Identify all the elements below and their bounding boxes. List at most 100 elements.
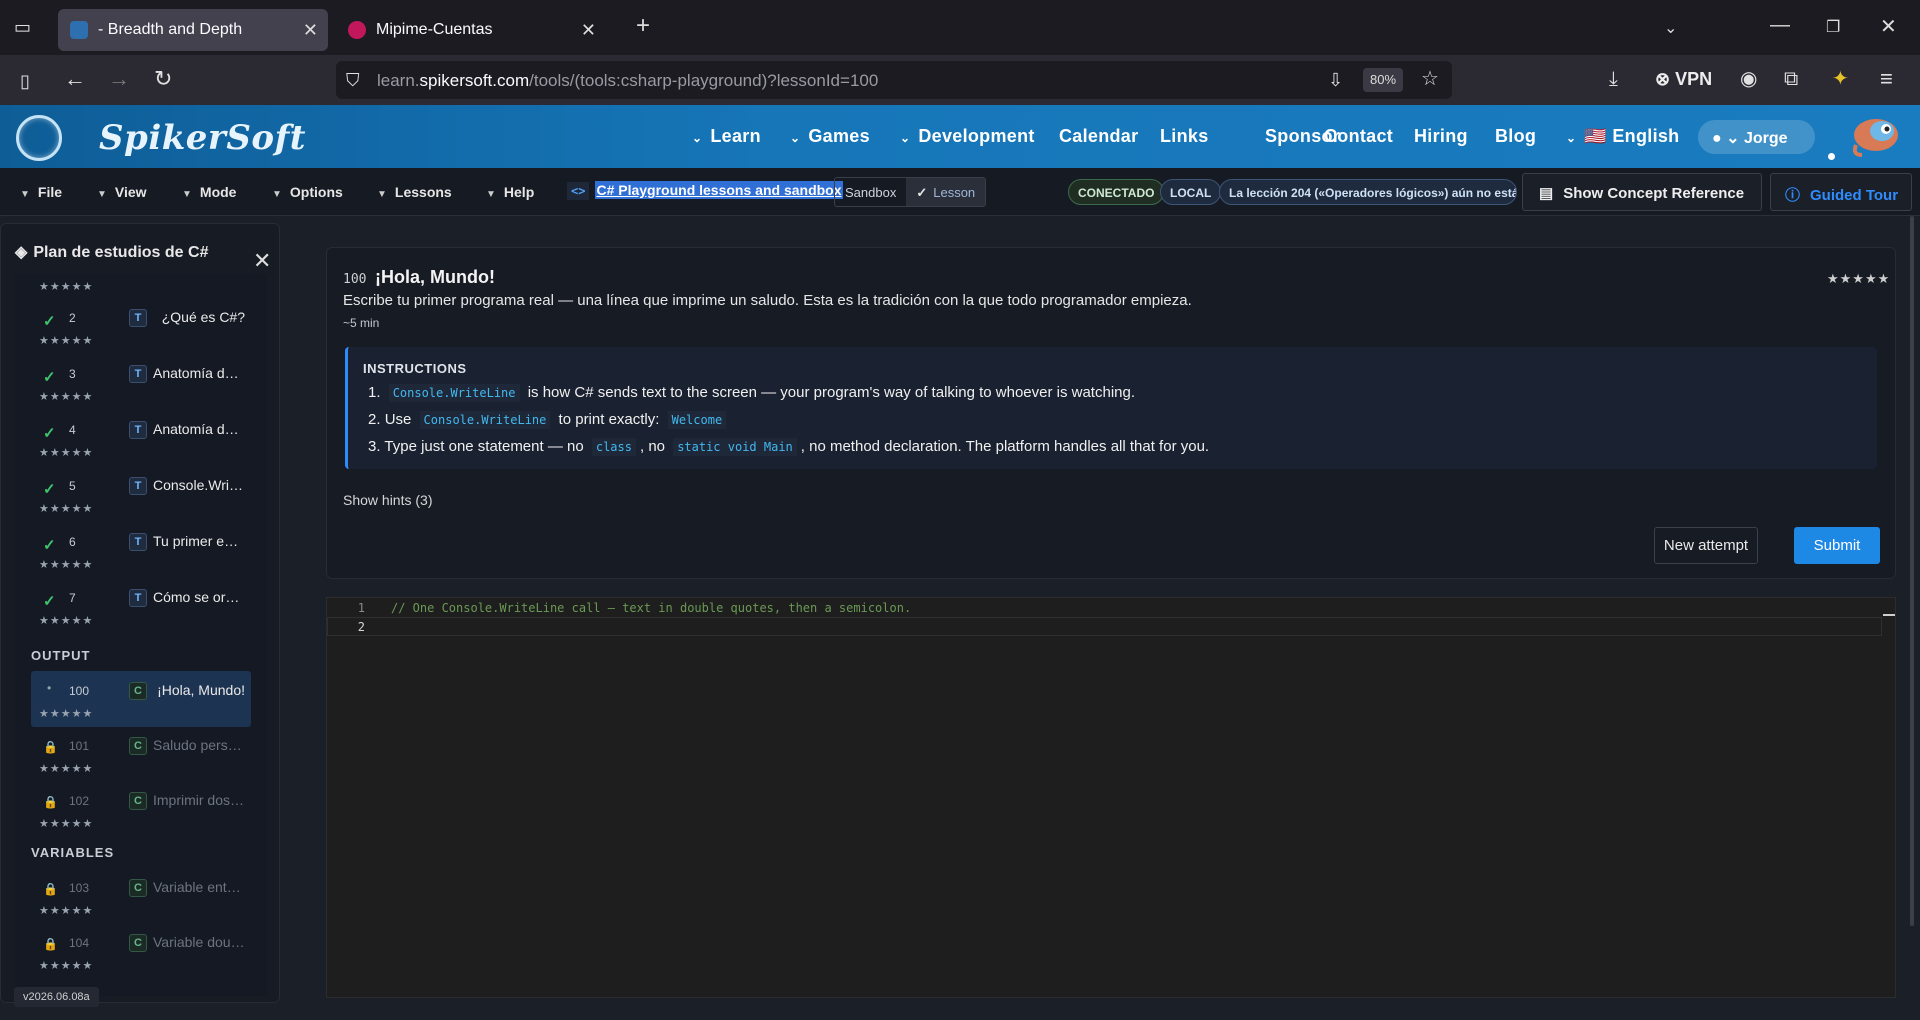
nav-learn[interactable]: ⌄ Learn [692, 126, 761, 147]
current-line-highlight [327, 617, 1882, 636]
close-tab-icon[interactable]: ✕ [303, 20, 318, 41]
nav-links[interactable]: Links [1160, 126, 1209, 147]
window-close-icon[interactable]: ✕ [1880, 14, 1897, 39]
guided-tour-button[interactable]: ⓘ Guided Tour [1770, 173, 1912, 211]
new-attempt-button[interactable]: New attempt [1654, 527, 1758, 564]
forward-arrow-icon[interactable]: → [108, 68, 130, 90]
menu-mode[interactable]: ▼ Mode [182, 184, 236, 200]
back-arrow-icon[interactable]: ← [64, 68, 86, 90]
page-scrollbar[interactable] [1910, 216, 1914, 926]
downloads-icon[interactable]: ⤓ [1609, 68, 1618, 90]
lesson-card: 100 ¡Hola, Mundo! ★★★★★ Escribe tu prime… [326, 247, 1896, 579]
menu-options[interactable]: ▼ Options [272, 184, 343, 200]
address-bar[interactable]: ⛉ learn.spikersoft.com/tools/(tools:csha… [336, 61, 1452, 99]
code-brackets-icon: <> [567, 182, 590, 200]
lesson-rating-stars[interactable]: ★★★★★ [1827, 271, 1890, 287]
lesson-item[interactable]: ✓ 5 T Console.Write... ★★★★★ [31, 466, 251, 522]
check-icon: ✓ [43, 313, 56, 330]
browser-nav-bar: ▯ ← → ↻ ⛉ learn.spikersoft.com/tools/(to… [0, 55, 1920, 105]
minimize-icon[interactable]: — [1770, 14, 1790, 37]
spikersoft-favicon-icon [70, 21, 88, 39]
logo-ring-icon[interactable] [16, 115, 62, 161]
code-editor[interactable]: 1 2 // One Console.WriteLine call — text… [326, 597, 1896, 998]
lesson-item-current[interactable]: • 100 C ¡Hola, Mundo! ★★★★★ [31, 671, 251, 727]
url-text: learn.spikersoft.com/tools/(tools:csharp… [377, 71, 879, 90]
graduation-cap-icon: ◈ [15, 244, 28, 261]
notification-dot [1828, 153, 1835, 160]
show-hints-link[interactable]: Show hints (3) [343, 492, 432, 508]
segment-lesson[interactable]: ✓ Lesson [906, 178, 986, 206]
lesson-duration: ~5 min [343, 316, 380, 330]
nav-blog[interactable]: Blog [1495, 126, 1536, 147]
close-icon[interactable]: ✕ [253, 248, 271, 274]
current-dot-icon: • [47, 681, 52, 695]
nav-hiring[interactable]: Hiring [1414, 126, 1468, 147]
show-concept-reference-button[interactable]: ▤ Show Concept Reference [1522, 173, 1762, 211]
status-local-badge: LOCAL [1160, 179, 1222, 205]
bookmark-star-icon[interactable]: ☆ [1421, 68, 1439, 90]
sidebar-toggle-icon[interactable]: ▯ [20, 70, 30, 92]
code-badge: C [129, 934, 147, 952]
status-connected-badge: CONECTADO [1068, 179, 1165, 205]
section-heading-variables: VARIABLES [31, 845, 115, 860]
extensions-icon[interactable]: ⧉ [1784, 68, 1798, 90]
lesson-item[interactable]: ✓ 6 T Tu primer envío ★★★★★ [31, 522, 251, 578]
lesson-item-locked[interactable]: 🔒 101 C Saludo person... ★★★★★ [31, 726, 251, 782]
menu-lessons[interactable]: ▼ Lessons [377, 184, 452, 200]
check-icon: ✓ [43, 481, 56, 498]
nav-calendar[interactable]: Calendar [1059, 126, 1138, 147]
check-icon: ✓ [43, 537, 56, 554]
nav-games[interactable]: ⌄ Games [790, 126, 870, 147]
shield-icon[interactable]: ⛉ [346, 69, 360, 91]
lock-icon: 🔒 [43, 740, 58, 754]
user-icon: ● [1712, 130, 1722, 147]
instructions-heading: INSTRUCTIONS [363, 361, 467, 376]
lesson-title: ¡Hola, Mundo! [375, 267, 495, 287]
site-logo[interactable]: SpikerSoft [99, 118, 306, 158]
new-tab-icon[interactable]: + [636, 12, 650, 40]
menu-hamburger-icon[interactable]: ≡ [1880, 68, 1893, 90]
menu-view[interactable]: ▼ View [97, 184, 147, 200]
theory-badge: T [129, 309, 147, 327]
nav-development[interactable]: ⌄ Development [900, 126, 1035, 147]
nav-contact[interactable]: Contact [1324, 126, 1393, 147]
rating-stars: ★★★★★ [39, 960, 94, 972]
user-menu[interactable]: ● ⌄ Jorge [1698, 120, 1815, 154]
submit-button[interactable]: Submit [1794, 527, 1880, 564]
restore-icon[interactable]: ❐ [1826, 17, 1840, 37]
account-icon[interactable]: ◉ [1740, 68, 1757, 90]
tab-list-icon[interactable]: ▭ [14, 16, 31, 38]
code-line-1[interactable]: // One Console.WriteLine call — text in … [391, 601, 911, 615]
lesson-item[interactable]: ✓ 3 T Anatomía de u... ★★★★★ [31, 354, 251, 410]
instruction-step-1: 1. Console.WriteLine is how C# sends tex… [368, 384, 1135, 402]
rating-stars: ★★★★★ [39, 559, 94, 571]
lesson-list[interactable]: ★★★★★ ✓ 2 T ¿Qué es C#? ★★★★★ ✓ 3 T Anat… [15, 274, 267, 996]
tab-label: - Breadth and Depth [98, 21, 243, 38]
menu-help[interactable]: ▼ Help [486, 184, 534, 200]
browser-tab-active[interactable]: - Breadth and Depth ✕ [58, 9, 328, 51]
segment-sandbox[interactable]: Sandbox [835, 178, 906, 206]
rating-stars: ★★★★★ [39, 763, 94, 775]
rating-stars: ★★★★★ [39, 447, 94, 459]
lock-icon: 🔒 [43, 795, 58, 809]
lesson-item-locked[interactable]: 🔒 102 C Imprimir dos lí... ★★★★★ [31, 781, 251, 837]
nav-language[interactable]: ⌄ 🇺🇸 English [1566, 126, 1679, 147]
zoom-level[interactable]: 80% [1363, 68, 1403, 92]
close-tab-icon[interactable]: ✕ [581, 20, 596, 41]
lesson-item[interactable]: ✓ 4 T Anatomía de u... ★★★★★ [31, 410, 251, 466]
save-page-icon[interactable]: ⇩ [1328, 69, 1343, 91]
lesson-item-locked[interactable]: 🔒 104 C Variable double ★★★★★ [31, 923, 251, 979]
reload-icon[interactable]: ↻ [154, 68, 172, 90]
menu-file[interactable]: ▼ File [20, 184, 62, 200]
code-badge: C [129, 792, 147, 810]
lesson-description: Escribe tu primer programa real — una lí… [343, 292, 1192, 309]
breadcrumb[interactable]: <> C# Playground lessons and sandbox [563, 181, 843, 200]
mode-toggle[interactable]: Sandbox ✓ Lesson [834, 177, 987, 207]
vpn-button[interactable]: ⊗ VPN [1655, 69, 1712, 90]
extension-badge-icon[interactable]: ✦ [1832, 68, 1849, 90]
lesson-item-locked[interactable]: 🔒 103 C Variable entera ★★★★★ [31, 868, 251, 924]
browser-tab[interactable]: Mipime-Cuentas ✕ [336, 9, 606, 51]
lesson-item[interactable]: ✓ 2 T ¿Qué es C#? ★★★★★ [31, 298, 251, 354]
tab-overflow-chevron-icon[interactable]: ⌄ [1664, 18, 1677, 38]
lesson-item[interactable]: ✓ 7 T Cómo se orga... ★★★★★ [31, 578, 251, 634]
